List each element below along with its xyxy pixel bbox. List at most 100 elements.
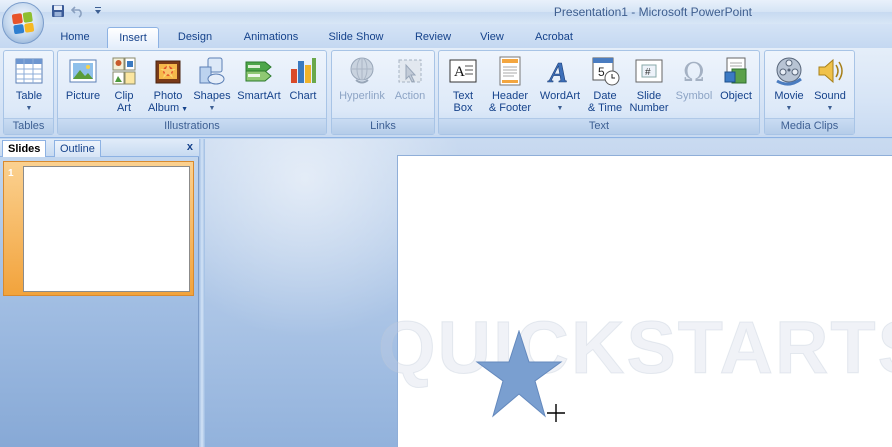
hyperlink-button[interactable]: Hyperlink (336, 55, 388, 102)
object-label: Object (720, 90, 752, 102)
hyperlink-label: Hyperlink (339, 90, 385, 102)
movie-label: Movie (774, 90, 804, 102)
group-label-illustrations: Illustrations (58, 118, 326, 134)
photo-album-button[interactable]: Photo Album ▼ (146, 55, 190, 116)
svg-text:A: A (547, 58, 568, 87)
object-button[interactable]: Object (717, 55, 755, 102)
date-time-label-2: & Time (587, 102, 623, 114)
clip-art-label-1: Clip (114, 90, 134, 102)
text-box-button[interactable]: A Text Box (445, 55, 481, 114)
svg-text:#: # (645, 67, 651, 78)
tab-outline[interactable]: Outline (54, 140, 101, 157)
clip-art-button[interactable]: Clip Art (108, 55, 140, 114)
group-tables: Table ▼ Tables (3, 50, 54, 135)
svg-text:5: 5 (598, 65, 605, 79)
clip-art-label-2: Art (116, 102, 132, 114)
header-footer-label-2: & Footer (488, 102, 532, 114)
chevron-down-icon: ▼ (826, 105, 834, 112)
picture-label: Picture (65, 90, 101, 102)
chevron-down-icon: ▼ (208, 105, 216, 112)
movie-button[interactable]: Movie ▼ (770, 55, 808, 115)
sound-button[interactable]: Sound ▼ (811, 55, 849, 115)
photo-album-label-1: Photo (153, 90, 183, 102)
slides-pane-tabs: Slides Outline x (0, 139, 199, 157)
ribbon-tabs: Home Insert Design Animations Slide Show… (0, 24, 892, 48)
photo-album-label-2: Album (147, 102, 180, 114)
slide-number-label-2: Number (629, 102, 669, 114)
wordart-icon: A (547, 58, 568, 87)
table-button[interactable]: Table ▼ (10, 55, 48, 115)
action-button[interactable]: Action (390, 55, 430, 102)
slide-thumbnail[interactable] (23, 166, 190, 292)
group-illustrations: Picture Clip Art Photo Album ▼ Shapes ▼ … (57, 50, 327, 135)
smartart-label: SmartArt (237, 90, 281, 102)
symbol-button[interactable]: Ω Symbol (673, 55, 715, 102)
tab-insert[interactable]: Insert (107, 27, 159, 48)
action-label: Action (394, 90, 426, 102)
clip-art-icon (112, 57, 136, 85)
chevron-down-icon: ▼ (179, 106, 189, 113)
tab-home[interactable]: Home (50, 27, 100, 48)
wordart-button[interactable]: A WordArt ▼ (537, 55, 583, 115)
chevron-down-icon: ▼ (785, 105, 793, 112)
table-icon (15, 58, 43, 84)
group-label-text: Text (439, 118, 759, 134)
smartart-icon (245, 61, 272, 82)
shapes-button[interactable]: Shapes ▼ (192, 55, 232, 115)
group-label-links: Links (332, 118, 434, 134)
tab-design[interactable]: Design (166, 27, 224, 48)
group-links: Hyperlink Action Links (331, 50, 435, 135)
wordart-label: WordArt (539, 90, 581, 102)
svg-text:Ω: Ω (683, 58, 705, 87)
tab-slide-show[interactable]: Slide Show (318, 27, 394, 48)
hyperlink-icon (350, 57, 374, 84)
table-label: Table (15, 90, 43, 102)
title-bar: Presentation1 - Microsoft PowerPoint (0, 0, 892, 24)
chart-button[interactable]: Chart (285, 55, 321, 102)
group-label-tables: Tables (4, 118, 53, 134)
slide-canvas[interactable] (397, 155, 892, 447)
tab-view[interactable]: View (470, 27, 514, 48)
ribbon: Table ▼ Tables Picture Clip Art Photo Al… (0, 48, 892, 138)
date-time-label-1: Date (593, 90, 617, 102)
smartart-button[interactable]: SmartArt (235, 55, 283, 102)
crosshair-cursor-icon (547, 404, 565, 422)
tab-review[interactable]: Review (404, 27, 462, 48)
window-title: Presentation1 - Microsoft PowerPoint (553, 5, 752, 19)
film-reel-icon (776, 57, 802, 86)
slide-thumbnail-number: 1 (8, 168, 14, 179)
chart-icon (291, 58, 316, 83)
picture-button[interactable]: Picture (62, 55, 104, 102)
symbol-label: Symbol (675, 90, 713, 102)
picture-icon (69, 59, 97, 83)
header-footer-label-1: Header (491, 90, 529, 102)
tab-acrobat[interactable]: Acrobat (524, 27, 584, 48)
speaker-icon (818, 58, 843, 84)
slides-pane: Slides Outline x 1 (0, 139, 199, 447)
chevron-down-icon: ▼ (556, 105, 564, 112)
text-box-label-2: Box (453, 102, 473, 114)
sound-label: Sound (814, 90, 846, 102)
text-box-label-1: Text (452, 90, 474, 102)
close-icon[interactable]: x (187, 141, 193, 153)
office-button[interactable] (2, 2, 44, 44)
calendar-clock-icon: 5 (592, 57, 620, 86)
omega-icon: Ω (683, 58, 705, 87)
slide-number-button[interactable]: # Slide Number (627, 55, 671, 114)
svg-text:A: A (454, 64, 465, 80)
group-label-media-clips: Media Clips (765, 118, 854, 134)
action-icon (398, 59, 422, 83)
text-box-icon: A (449, 59, 477, 83)
group-media-clips: Movie ▼ Sound ▼ Media Clips (764, 50, 855, 135)
photo-album-icon (155, 60, 181, 84)
chart-label: Chart (289, 90, 317, 102)
shapes-icon (199, 57, 225, 85)
slide-thumbnail-selected[interactable]: 1 (3, 161, 194, 296)
shapes-label: Shapes (193, 90, 231, 102)
header-footer-button[interactable]: Header & Footer (485, 55, 535, 114)
tab-slides[interactable]: Slides (2, 140, 47, 157)
slide-number-icon: # (635, 59, 663, 83)
date-time-button[interactable]: 5 Date & Time (585, 55, 625, 114)
tab-animations[interactable]: Animations (232, 27, 310, 48)
watermark-text: QUICKSTARTS (378, 306, 892, 390)
